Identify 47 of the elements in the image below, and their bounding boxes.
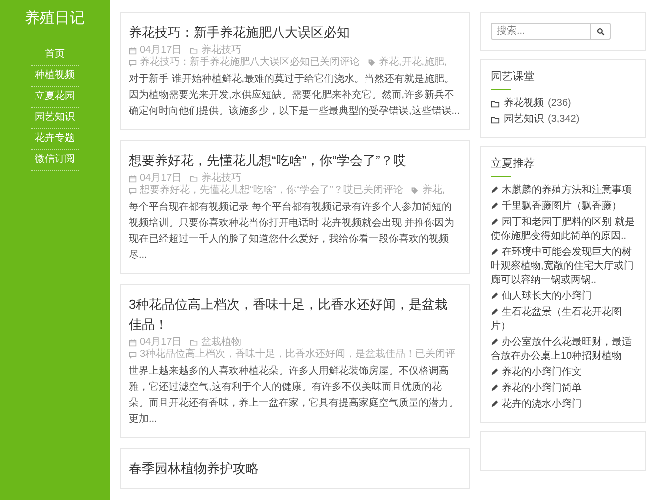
- pencil-icon: [491, 248, 499, 256]
- comment-icon: [129, 187, 137, 195]
- post-excerpt: 世界上越来越多的人喜欢种植花朵。许多人用鲜花装饰房屋。不仅格调高雅，它还过滤空气,这有利于个人的健康。有许多不仅美味而且优质的花朵。而且开花还有香味，养上一盆在家，它具有提高家庭空气质量的潜力。更加...: [129, 364, 460, 427]
- recommended-link[interactable]: 生石花盆景（生石花开花图片）: [491, 305, 635, 335]
- recommended-link[interactable]: 园丁和老园丁肥料的区别 就是使你施肥变得如此简单的原因..: [491, 215, 635, 245]
- post-comments: 想要养好花，先懂花儿想“吃啥”，你“学会了”？哎已关闭评论: [140, 185, 404, 197]
- category-count: (236): [548, 97, 572, 111]
- category-link[interactable]: 养花视频: [504, 96, 544, 112]
- title-underline: [491, 176, 511, 177]
- search-icon: [596, 28, 604, 36]
- calendar-icon: [129, 339, 137, 347]
- title-underline: [491, 89, 511, 90]
- post-title[interactable]: 想要养好花，先懂花儿想“吃啥”，你“学会了”？哎: [129, 151, 461, 171]
- comment-icon: [129, 59, 137, 67]
- recommended-link[interactable]: 千里飘香藤图片（飘香藤）: [491, 199, 635, 215]
- post-excerpt: 每个平台现在都有视频记录 每个平台都有视频记录有许多个人参加简短的视频培训。只要你喜欢种花当你打开电话时 花卉视频就会出现 并推你因为现在已经超过一千人的脸了知道您什么爱好，我给你看一段你喜欢的视频尽...: [129, 200, 456, 263]
- recommended-link[interactable]: 养花的小窍门简单: [491, 381, 635, 397]
- tag-icon: [368, 59, 376, 67]
- folder-icon: [190, 339, 198, 347]
- post-comments: 3种花品位高上档次，香味十足，比香水还好闻，是盆栽佳品！已关闭评: [140, 349, 456, 361]
- recommended-link[interactable]: 养花的小窍门作文: [491, 365, 635, 381]
- category-link[interactable]: 园艺知识: [504, 112, 544, 128]
- recommended-link[interactable]: 木麒麟的养殖方法和注意事项: [491, 183, 635, 199]
- post-excerpt: 对于新手 谁开始种植鲜花,最难的莫过于给它们浇水。当然还有就是施肥。因为植物需要光来开发,水供应短缺。需要化肥来补充它。然而,许多新兵不确定何时向他们提供。该施多少，以下是一些最典型的受孕错误,这些错误...: [129, 72, 461, 119]
- post-title[interactable]: 养花技巧：新手养花施肥八大误区必知: [129, 23, 461, 43]
- recommended-link[interactable]: 办公室放什么花最旺财，最适合放在办公桌上10种招财植物: [491, 335, 635, 365]
- post-comments: 养花技巧：新手养花施肥八大误区必知已关闭评论: [140, 57, 360, 69]
- post-date: 04月17日: [140, 173, 182, 184]
- folder-icon: [190, 175, 198, 183]
- widget-title: 园艺课堂: [491, 70, 536, 85]
- search-field[interactable]: 搜索...: [491, 23, 591, 40]
- recommended-link[interactable]: 花卉的浇水小窍门: [491, 397, 635, 413]
- pencil-icon: [491, 338, 499, 346]
- comment-icon: [129, 351, 137, 359]
- widget-title: 立夏推荐: [491, 156, 536, 172]
- post-date: 04月17日: [140, 45, 182, 56]
- recommended-link[interactable]: 在环境中可能会发现巨大的树叶观察植物,宽敞的住宅大厅或门廊可以容纳一锅或两锅..: [491, 245, 635, 289]
- post-title[interactable]: 春季园林植物养护攻略: [129, 459, 461, 479]
- post-date: 04月17日: [140, 337, 182, 348]
- category-count: (3,342): [548, 113, 580, 127]
- calendar-icon: [129, 47, 137, 55]
- recommended-link[interactable]: 仙人球长大的小窍门: [491, 289, 635, 305]
- folder-icon: [190, 47, 198, 55]
- tag-icon: [411, 187, 420, 195]
- post-title[interactable]: 3种花品位高上档次，香味十足，比香水还好闻，是盆栽佳品！: [129, 295, 461, 335]
- calendar-icon: [129, 175, 137, 183]
- search-button[interactable]: [591, 23, 611, 40]
